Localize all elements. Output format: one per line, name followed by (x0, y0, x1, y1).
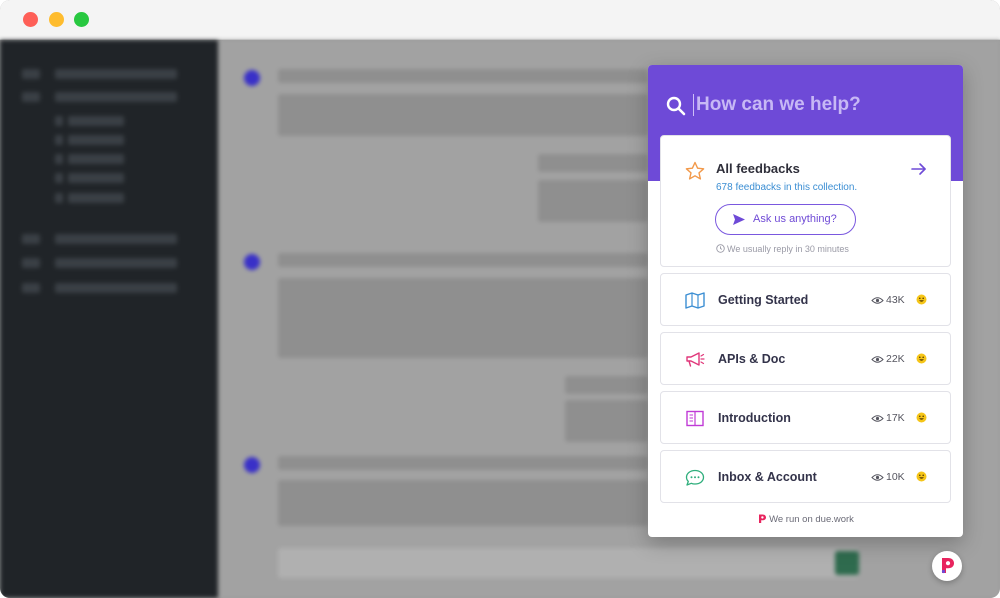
book-icon (686, 410, 704, 427)
smiley-icon (916, 294, 927, 305)
view-count: 22K (886, 353, 905, 365)
collection-title: All feedbacks (716, 161, 800, 176)
eye-icon (871, 297, 884, 304)
maximize-window-button[interactable] (74, 12, 89, 27)
category-card-introduction[interactable]: Introduction 17K (660, 391, 951, 444)
category-label: Inbox & Account (718, 470, 817, 484)
smiley-icon (916, 471, 927, 482)
send-icon (733, 214, 745, 225)
collection-count: 678 feedbacks in this collection. (716, 182, 858, 193)
map-icon (685, 292, 705, 309)
ask-us-label: Ask us anything? (753, 213, 837, 225)
view-count: 17K (886, 412, 905, 424)
help-launcher-button[interactable] (932, 551, 962, 581)
smiley-icon (916, 353, 927, 364)
eye-icon (871, 415, 884, 422)
category-label: Getting Started (718, 293, 809, 307)
text-caret (693, 94, 694, 116)
star-icon (685, 161, 705, 180)
app-window: All feedbacks 678 feedbacks in this coll… (0, 0, 1000, 598)
reply-time-note: We usually reply in 30 minutes (716, 244, 849, 254)
clock-icon (716, 244, 725, 253)
help-widget-panel: All feedbacks 678 feedbacks in this coll… (648, 65, 963, 537)
due-logo-icon (759, 514, 767, 523)
arrow-right-icon[interactable] (911, 162, 927, 176)
background-sidebar (0, 40, 218, 598)
title-bar (0, 0, 1000, 40)
category-card-apis-doc[interactable]: APIs & Doc 22K (660, 332, 951, 385)
smiley-icon (916, 412, 927, 423)
category-label: Introduction (718, 411, 791, 425)
megaphone-icon (686, 352, 705, 367)
category-card-getting-started[interactable]: Getting Started 43K (660, 273, 951, 326)
reply-time-text: We usually reply in 30 minutes (727, 244, 849, 254)
search-icon (666, 96, 686, 116)
category-card-inbox-account[interactable]: Inbox & Account 10K (660, 450, 951, 503)
due-logo-icon (941, 558, 954, 574)
close-window-button[interactable] (23, 12, 38, 27)
view-count: 10K (886, 471, 905, 483)
view-count: 43K (886, 294, 905, 306)
ask-us-button[interactable]: Ask us anything? (715, 204, 856, 235)
chat-bubble-icon (685, 469, 705, 486)
eye-icon (871, 356, 884, 363)
eye-icon (871, 474, 884, 481)
help-search-input[interactable] (696, 91, 946, 119)
powered-by-footer[interactable]: We run on due.work (648, 513, 963, 525)
category-label: APIs & Doc (718, 352, 786, 366)
powered-by-text: We run on due.work (769, 514, 854, 525)
featured-collection-card[interactable]: All feedbacks 678 feedbacks in this coll… (660, 135, 951, 267)
minimize-window-button[interactable] (49, 12, 64, 27)
